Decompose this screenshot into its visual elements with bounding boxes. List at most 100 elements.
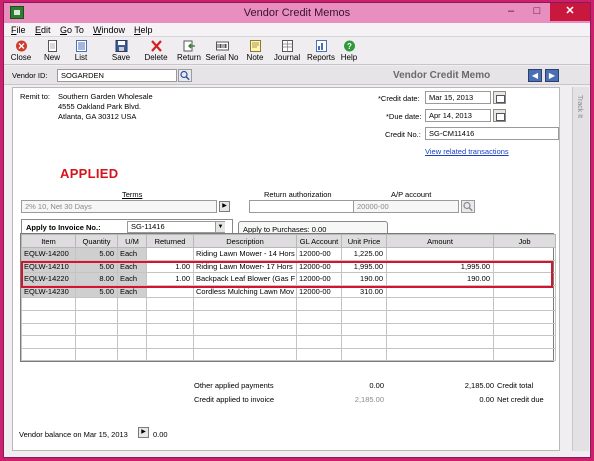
side-panel-strip[interactable]: Track It <box>572 87 589 451</box>
cell-price[interactable] <box>341 309 387 324</box>
cell-returned[interactable] <box>146 335 194 349</box>
close-window-button[interactable]: ✕ <box>550 3 590 21</box>
cell-amount[interactable]: 190.00 <box>386 272 494 286</box>
cell-um[interactable]: Each <box>117 259 147 274</box>
terms-expand-button[interactable]: ▶ <box>219 201 230 212</box>
cell-amount[interactable] <box>386 335 494 349</box>
next-record-button[interactable]: ▶ <box>545 69 559 82</box>
cell-returned[interactable]: 1.00 <box>146 272 194 286</box>
cell-returned[interactable] <box>146 247 194 261</box>
cell-gl[interactable] <box>296 335 342 349</box>
previous-record-button[interactable]: ◀ <box>528 69 542 82</box>
empty-table-row[interactable] <box>21 335 556 349</box>
cell-um[interactable] <box>117 322 147 337</box>
cell-amount[interactable] <box>386 284 494 299</box>
cell-amount[interactable] <box>386 297 494 311</box>
cell-price[interactable] <box>341 322 387 337</box>
empty-table-row[interactable] <box>21 297 556 311</box>
cell-price[interactable] <box>341 347 387 362</box>
cell-qty[interactable] <box>75 335 118 349</box>
cell-gl[interactable]: 12000-00 <box>296 247 342 261</box>
cell-item[interactable]: EQLW-14200 <box>21 247 76 261</box>
cell-returned[interactable] <box>146 309 194 324</box>
menu-window[interactable]: Window <box>93 25 125 35</box>
cell-um[interactable] <box>117 335 147 349</box>
credit-no-field[interactable]: SG-CM11416 <box>425 127 559 140</box>
return-button[interactable]: Return <box>172 40 206 62</box>
cell-item[interactable]: EQLW-14220 <box>21 272 76 286</box>
cell-um[interactable] <box>117 347 147 362</box>
help-button[interactable]: ? Help <box>332 40 366 62</box>
empty-table-row[interactable] <box>21 309 556 324</box>
cell-returned[interactable] <box>146 284 194 299</box>
cell-item[interactable] <box>21 335 76 349</box>
cell-gl[interactable]: 12000-00 <box>296 259 342 274</box>
cell-desc[interactable] <box>193 309 297 324</box>
cell-gl[interactable] <box>296 297 342 311</box>
serial-no-button[interactable]: Serial No <box>205 40 239 62</box>
cell-job[interactable] <box>493 297 556 311</box>
cell-job[interactable] <box>493 322 556 337</box>
cell-desc[interactable] <box>193 297 297 311</box>
vendor-balance-button[interactable]: ▶ <box>138 427 149 438</box>
cell-item[interactable] <box>21 297 76 311</box>
cell-gl[interactable]: 12000-00 <box>296 272 342 286</box>
maximize-button[interactable]: □ <box>524 3 550 21</box>
table-row[interactable]: EQLW-14200 5.00 Each Riding Lawn Mower - 14… <box>21 247 556 261</box>
menu-file[interactable]: File <box>11 25 26 35</box>
cell-returned[interactable] <box>146 297 194 311</box>
vendor-id-field[interactable]: SOGARDEN <box>57 69 177 82</box>
table-row[interactable]: EQLW-14220 8.00 Each 1.00 Backpack Leaf Blow… <box>21 272 556 286</box>
cell-desc[interactable]: Riding Lawn Mower- 17 Hors <box>193 259 297 274</box>
cell-um[interactable]: Each <box>117 247 147 261</box>
menu-edit[interactable]: Edit <box>35 25 51 35</box>
cell-amount[interactable] <box>386 309 494 324</box>
cell-gl[interactable] <box>296 309 342 324</box>
due-date-field[interactable]: Apr 14, 2013 <box>425 109 491 122</box>
cell-qty[interactable]: 5.00 <box>75 284 118 299</box>
cell-desc[interactable] <box>193 347 297 362</box>
cell-qty[interactable]: 5.00 <box>75 259 118 274</box>
cell-price[interactable] <box>341 335 387 349</box>
cell-amount[interactable] <box>386 247 494 261</box>
minimize-button[interactable]: – <box>498 3 524 21</box>
terms-field[interactable]: 2% 10, Net 30 Days <box>21 200 217 213</box>
cell-um[interactable] <box>117 297 147 311</box>
list-button[interactable]: List <box>64 40 98 62</box>
credit-date-calendar-icon[interactable] <box>493 91 506 104</box>
cell-job[interactable] <box>493 335 556 349</box>
vendor-lookup-button[interactable] <box>178 69 192 82</box>
cell-item[interactable]: EQLW-14210 <box>21 259 76 274</box>
cell-desc[interactable]: Backpack Leaf Blower (Gas F <box>193 272 297 286</box>
journal-button[interactable]: Journal <box>270 40 304 62</box>
cell-item[interactable] <box>21 322 76 337</box>
menu-goto[interactable]: Go To <box>60 25 84 35</box>
empty-table-row[interactable] <box>21 322 556 337</box>
cell-qty[interactable] <box>75 309 118 324</box>
menu-help[interactable]: Help <box>134 25 153 35</box>
view-related-transactions-link[interactable]: View related transactions <box>425 147 509 156</box>
cell-returned[interactable] <box>146 322 194 337</box>
cell-um[interactable]: Each <box>117 272 147 286</box>
cell-qty[interactable] <box>75 347 118 362</box>
cell-job[interactable] <box>493 284 556 299</box>
cell-job[interactable] <box>493 247 556 261</box>
cell-price[interactable]: 1,995.00 <box>341 259 387 274</box>
cell-returned[interactable] <box>146 347 194 362</box>
credit-date-field[interactable]: Mar 15, 2013 <box>425 91 491 104</box>
cell-desc[interactable] <box>193 335 297 349</box>
empty-table-row[interactable] <box>21 347 556 362</box>
note-button[interactable]: Note <box>238 40 272 62</box>
cell-amount[interactable] <box>386 347 494 362</box>
cell-desc[interactable]: Cordless Mulching Lawn Mov <box>193 284 297 299</box>
cell-item[interactable]: EQLW-14230 <box>21 284 76 299</box>
cell-amount[interactable]: 1,995.00 <box>386 259 494 274</box>
cell-um[interactable] <box>117 309 147 324</box>
cell-item[interactable] <box>21 309 76 324</box>
cell-gl[interactable] <box>296 347 342 362</box>
chevron-down-icon[interactable]: ▼ <box>215 222 225 232</box>
cell-price[interactable] <box>341 297 387 311</box>
table-row[interactable]: EQLW-14230 5.00 Each Cordless Mulching Lawn… <box>21 284 556 299</box>
due-date-calendar-icon[interactable] <box>493 109 506 122</box>
cell-qty[interactable] <box>75 322 118 337</box>
